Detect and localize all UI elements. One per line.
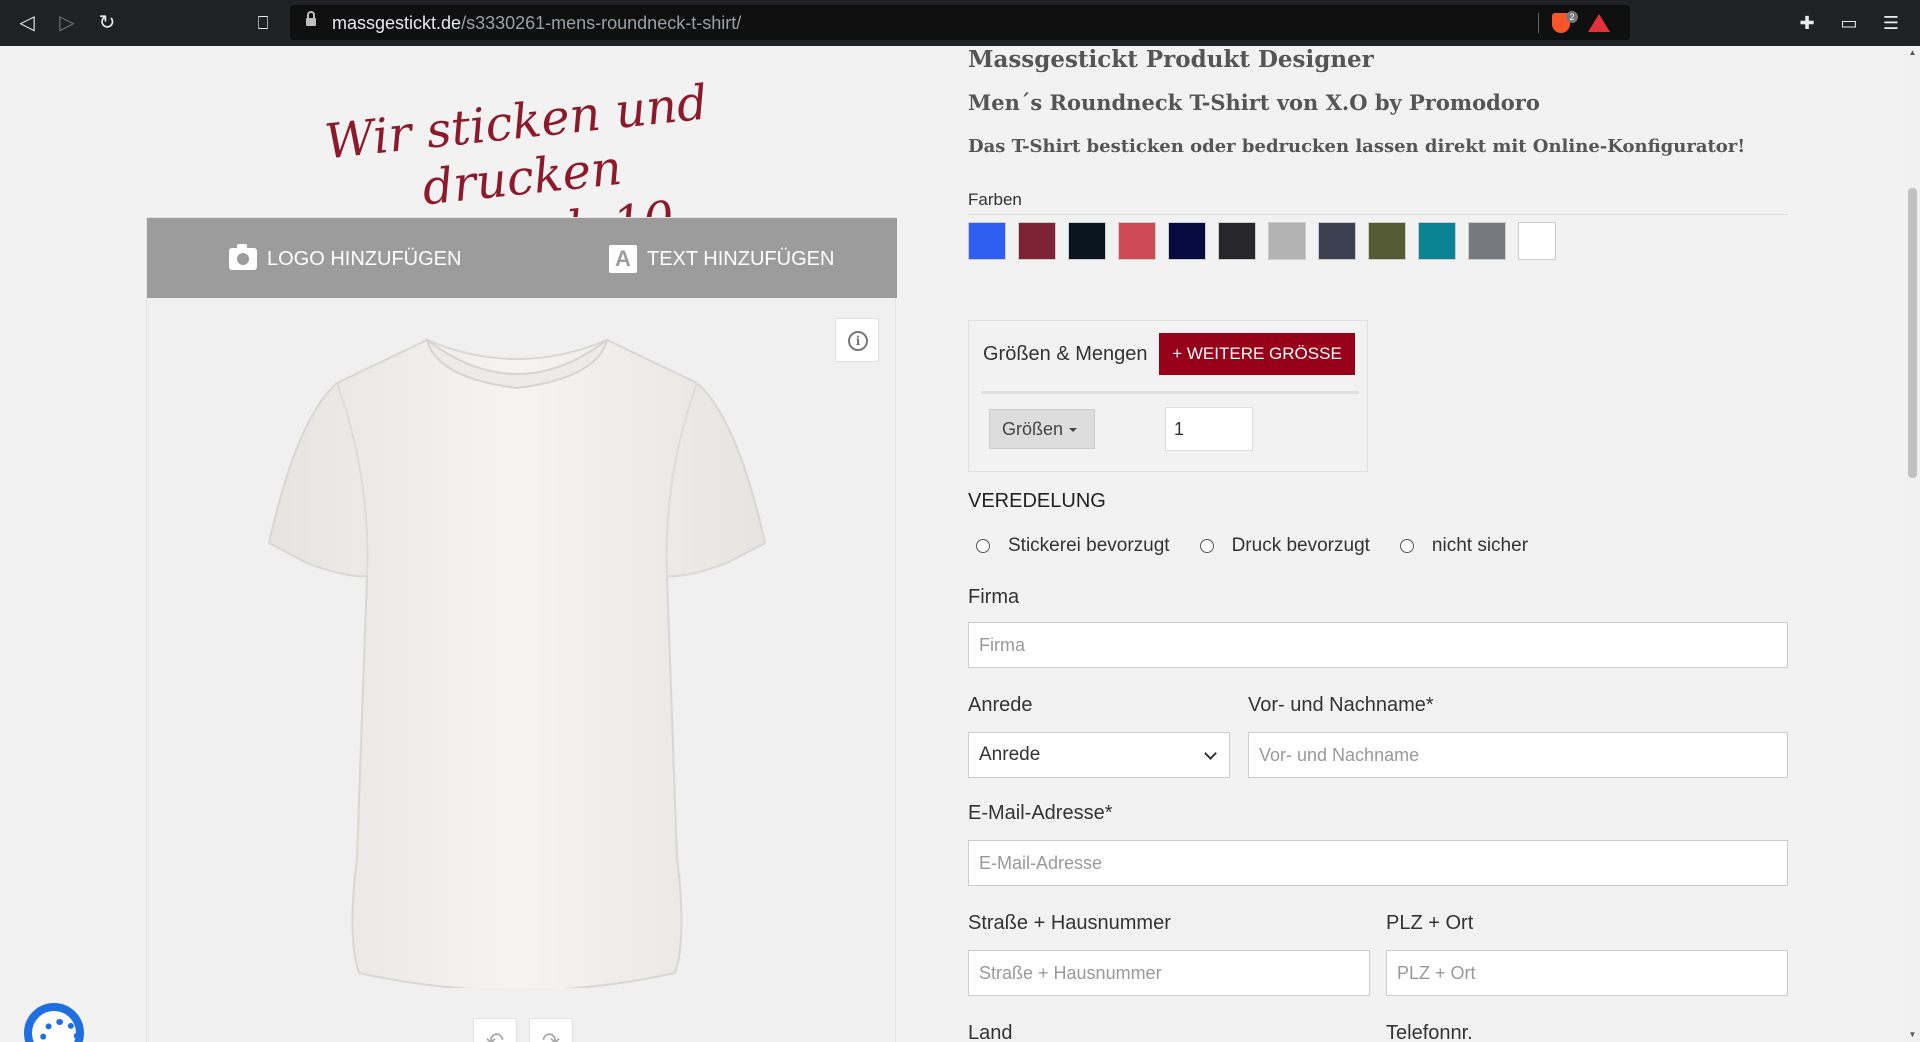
finishing-option-label: Druck bevorzugt bbox=[1231, 535, 1370, 556]
color-swatch[interactable] bbox=[968, 222, 1006, 260]
salutation-value: Anrede bbox=[979, 744, 1041, 765]
name-label: Vor- und Nachname* bbox=[1248, 694, 1434, 716]
color-swatch[interactable] bbox=[1118, 222, 1156, 260]
url-separator bbox=[1538, 13, 1539, 33]
finishing-option-print[interactable]: Druck bevorzugt bbox=[1199, 535, 1370, 557]
size-dropdown-label: Größen bbox=[1002, 419, 1064, 439]
phone-label: Telefonnr. bbox=[1386, 1022, 1473, 1042]
page-content: Wir sticken und drucken schon ab 10 Arti… bbox=[0, 46, 1905, 1042]
tshirt-preview[interactable] bbox=[267, 338, 767, 988]
add-logo-button[interactable]: LOGO HINZUFÜGEN bbox=[229, 244, 461, 274]
quantity-input[interactable]: 1 bbox=[1165, 407, 1253, 451]
browser-toolbar: ◁ ▷ ↻ ⎕ massgestickt.de/s3330261-mens-ro… bbox=[0, 0, 1920, 46]
reload-icon[interactable]: ↻ bbox=[94, 10, 120, 36]
email-input[interactable]: E-Mail-Adresse bbox=[968, 840, 1788, 886]
finishing-option-label: Stickerei bevorzugt bbox=[1008, 535, 1170, 556]
chat-widget-button[interactable] bbox=[24, 1003, 84, 1042]
brave-rewards-icon[interactable] bbox=[1588, 14, 1610, 32]
extensions-icon[interactable]: ✚ bbox=[1794, 10, 1820, 36]
add-text-button[interactable]: A TEXT HINZUFÜGEN bbox=[609, 244, 834, 274]
color-swatch[interactable] bbox=[1018, 222, 1056, 260]
info-button[interactable]: i bbox=[835, 318, 879, 362]
add-logo-label: LOGO HINZUFÜGEN bbox=[267, 248, 462, 270]
color-swatches bbox=[968, 222, 1556, 260]
colors-divider bbox=[968, 214, 1788, 215]
add-size-button[interactable]: + WEITERE GRÖSSE bbox=[1159, 333, 1355, 375]
radio-icon[interactable] bbox=[1399, 539, 1414, 553]
product-subtitle: Das T-Shirt besticken oder bedrucken las… bbox=[968, 136, 1746, 157]
color-swatch[interactable] bbox=[1318, 222, 1356, 260]
page-scrollbar[interactable]: ▲ ▼ bbox=[1905, 46, 1920, 1042]
chevron-down-icon bbox=[1204, 747, 1217, 760]
color-swatch[interactable] bbox=[1218, 222, 1256, 260]
street-input[interactable]: Straße + Hausnummer bbox=[968, 950, 1370, 996]
lock-icon bbox=[306, 11, 316, 28]
forward-icon[interactable]: ▷ bbox=[54, 10, 80, 36]
info-icon: i bbox=[848, 331, 868, 351]
undo-button[interactable]: ↶ bbox=[473, 1018, 517, 1042]
radio-icon[interactable] bbox=[976, 539, 990, 553]
scrollbar-thumb[interactable] bbox=[1908, 188, 1917, 478]
finishing-option-label: nicht sicher bbox=[1431, 535, 1529, 556]
size-dropdown[interactable]: Größen bbox=[989, 409, 1095, 449]
colors-label: Farben bbox=[968, 190, 1022, 209]
tshirt-body bbox=[267, 338, 767, 988]
camera-icon bbox=[229, 244, 257, 270]
url-text: massgestickt.de/s3330261-mens-roundneck-… bbox=[332, 13, 742, 33]
color-swatch[interactable] bbox=[1068, 222, 1106, 260]
color-swatch[interactable] bbox=[1468, 222, 1506, 260]
sizes-divider bbox=[981, 391, 1359, 394]
company-input[interactable]: Firma bbox=[968, 622, 1788, 668]
redo-button[interactable]: ↷ bbox=[529, 1018, 573, 1042]
color-swatch[interactable] bbox=[1518, 222, 1556, 260]
city-label: PLZ + Ort bbox=[1386, 912, 1474, 934]
add-text-label: TEXT HINZUFÜGEN bbox=[647, 248, 835, 270]
color-swatch[interactable] bbox=[1368, 222, 1406, 260]
finishing-option-embroidery[interactable]: Stickerei bevorzugt bbox=[976, 535, 1170, 557]
country-label: Land bbox=[968, 1022, 1013, 1042]
bookmark-icon[interactable]: ⎕ bbox=[250, 10, 276, 36]
sizes-quantities-panel: Größen & Mengen + WEITERE GRÖSSE Größen … bbox=[968, 320, 1368, 472]
scroll-up-icon[interactable]: ▲ bbox=[1905, 46, 1920, 60]
caret-down-icon bbox=[1069, 428, 1078, 433]
product-name: Men´s Roundneck T-Shirt von X.O by Promo… bbox=[968, 90, 1540, 115]
menu-icon[interactable]: ☰ bbox=[1878, 10, 1904, 36]
scroll-down-icon[interactable]: ▼ bbox=[1905, 1028, 1920, 1042]
color-swatch[interactable] bbox=[1268, 222, 1306, 260]
sizes-title: Größen & Mengen bbox=[983, 343, 1148, 365]
color-swatch[interactable] bbox=[1418, 222, 1456, 260]
city-input[interactable]: PLZ + Ort bbox=[1386, 950, 1788, 996]
email-label: E-Mail-Adresse* bbox=[968, 802, 1113, 824]
wallet-icon[interactable]: ▭ bbox=[1836, 10, 1862, 36]
text-icon: A bbox=[609, 245, 637, 273]
designer-toolbar: LOGO HINZUFÜGEN A TEXT HINZUFÜGEN bbox=[147, 218, 897, 298]
finishing-title: VEREDELUNG bbox=[968, 490, 1106, 512]
designer-heading: Massgestickt Produkt Designer bbox=[968, 46, 1374, 73]
shield-count-badge: 2 bbox=[1566, 11, 1578, 23]
product-designer: LOGO HINZUFÜGEN A TEXT HINZUFÜGEN i ↶ ↷ bbox=[146, 217, 897, 1042]
street-label: Straße + Hausnummer bbox=[968, 912, 1171, 934]
salutation-label: Anrede bbox=[968, 694, 1033, 716]
back-icon[interactable]: ◁ bbox=[14, 10, 40, 36]
finishing-option-unsure[interactable]: nicht sicher bbox=[1399, 535, 1529, 557]
color-swatch[interactable] bbox=[1168, 222, 1206, 260]
finishing-options: Stickerei bevorzugt Druck bevorzugt nich… bbox=[976, 535, 1528, 557]
company-label: Firma bbox=[968, 586, 1020, 608]
salutation-select[interactable]: Anrede bbox=[968, 732, 1230, 778]
address-bar[interactable]: massgestickt.de/s3330261-mens-roundneck-… bbox=[290, 5, 1630, 40]
radio-icon[interactable] bbox=[1199, 539, 1214, 553]
name-input[interactable]: Vor- und Nachname bbox=[1248, 732, 1788, 778]
